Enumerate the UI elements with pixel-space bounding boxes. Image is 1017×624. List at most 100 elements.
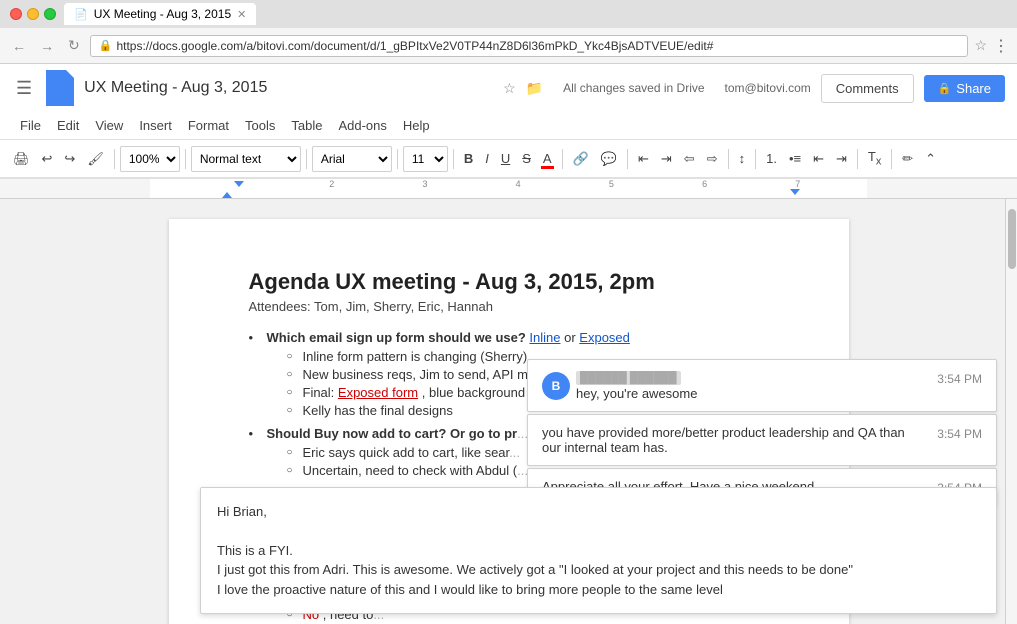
browser-menu-button[interactable]: ⋮	[993, 36, 1009, 56]
address-bar[interactable]: 🔒 https://docs.google.com/a/bitovi.com/d…	[90, 35, 969, 57]
browser-titlebar: 📄 UX Meeting - Aug 3, 2015 ✕	[0, 0, 1017, 28]
menu-addons[interactable]: Add-ons	[330, 114, 394, 137]
clear-format-button[interactable]: Tx	[863, 146, 886, 171]
comment-button[interactable]: 💬	[596, 148, 622, 170]
indent-more-button[interactable]: ⇥	[831, 148, 852, 170]
email-content: Hi Brian, This is a FYI. I just got this…	[217, 502, 980, 600]
document-subtitle: Attendees: Tom, Jim, Sherry, Eric, Hanna…	[249, 299, 769, 314]
share-button[interactable]: 🔒 Share	[924, 75, 1005, 102]
email-line4: I just got this from Adri. This is aweso…	[217, 562, 853, 577]
chat-text-1: hey, you're awesome	[576, 386, 917, 401]
toolbar-separator-10	[857, 149, 858, 169]
app-bar: ☰ UX Meeting - Aug 3, 2015 ☆ 📁 All chang…	[0, 64, 1017, 179]
close-button[interactable]	[10, 8, 22, 20]
tab-favicon: 📄	[74, 8, 88, 21]
strikethrough-button[interactable]: S	[517, 148, 536, 169]
ruler-right-margin[interactable]	[790, 189, 800, 195]
align-right-button[interactable]: ⇦	[679, 148, 700, 170]
scrollbar[interactable]	[1005, 199, 1017, 624]
ruler-mark-5: 5	[609, 179, 614, 189]
toolbar-separator-3	[306, 149, 307, 169]
lock-icon: 🔒	[99, 39, 113, 52]
refresh-button[interactable]: ↻	[64, 35, 84, 56]
toolbar-separator-9	[755, 149, 756, 169]
inline-link[interactable]: Inline	[529, 330, 560, 345]
minimize-button[interactable]	[27, 8, 39, 20]
ruler-mark-6: 6	[702, 179, 707, 189]
menu-format[interactable]: Format	[180, 114, 237, 137]
style-select[interactable]: Normal text	[191, 146, 301, 172]
pen-button[interactable]: ✏	[897, 148, 918, 170]
link-button[interactable]: 🔗	[568, 148, 594, 170]
ruler-tab-stop	[222, 192, 232, 198]
redo-button[interactable]: ↪	[59, 148, 80, 170]
toolbar-separator-4	[397, 149, 398, 169]
traffic-lights	[10, 8, 56, 20]
menu-edit[interactable]: Edit	[49, 114, 87, 137]
chat-time-1: 3:54 PM	[937, 370, 982, 386]
comments-button[interactable]: Comments	[821, 74, 914, 103]
back-button[interactable]: ←	[8, 36, 30, 56]
menu-view[interactable]: View	[87, 114, 131, 137]
toolbar: 🖨 ↩ ↪ 🖌 100% Normal text Arial 11 B I U …	[0, 140, 1017, 178]
expand-button[interactable]: ⌃	[920, 148, 941, 170]
exposed-form-link[interactable]: Exposed form	[338, 385, 418, 400]
chat-time-2: 3:54 PM	[937, 425, 982, 441]
browser-navbar: ← → ↻ 🔒 https://docs.google.com/a/bitovi…	[0, 28, 1017, 64]
chat-text-2: you have provided more/better product le…	[542, 425, 917, 455]
bookmark-button[interactable]: ☆	[974, 37, 987, 54]
font-size-select[interactable]: 11	[403, 146, 448, 172]
toolbar-separator-7	[627, 149, 628, 169]
bullet-list-button[interactable]: •≡	[784, 148, 806, 169]
doc-folder-button[interactable]: 📁	[526, 80, 543, 97]
doc-star-button[interactable]: ☆	[503, 80, 516, 97]
bold-button[interactable]: B	[459, 148, 478, 169]
menu-bar: File Edit View Insert Format Tools Table…	[0, 112, 1017, 140]
tab-close-button[interactable]: ✕	[237, 8, 246, 21]
numbered-list-button[interactable]: 1.	[761, 148, 782, 169]
undo-button[interactable]: ↩	[37, 148, 58, 170]
menu-tools[interactable]: Tools	[237, 114, 283, 137]
align-center-button[interactable]: ⇥	[656, 148, 677, 170]
maximize-button[interactable]	[44, 8, 56, 20]
forward-button[interactable]: →	[36, 36, 58, 56]
zoom-select[interactable]: 100%	[120, 146, 180, 172]
toolbar-separator-2	[185, 149, 186, 169]
menu-file[interactable]: File	[12, 114, 49, 137]
email-line3: This is a FYI.	[217, 543, 293, 558]
align-left-button[interactable]: ⇤	[633, 148, 654, 170]
share-label: Share	[956, 81, 991, 96]
hamburger-menu[interactable]: ☰	[12, 74, 36, 103]
browser-tab[interactable]: 📄 UX Meeting - Aug 3, 2015 ✕	[64, 3, 256, 25]
doc-icon	[46, 70, 74, 106]
italic-button[interactable]: I	[480, 148, 494, 169]
ruler-left-margin[interactable]	[234, 181, 244, 187]
email-line5: I love the proactive nature of this and …	[217, 582, 723, 597]
item-text: Which email sign up form should we use?	[267, 330, 530, 345]
chat-overlay: B ██████ ██████ hey, you're awesome 3:54…	[527, 359, 997, 508]
menu-insert[interactable]: Insert	[131, 114, 180, 137]
ruler-mark-2: 2	[329, 179, 334, 189]
line-spacing-button[interactable]: ↕	[734, 148, 751, 169]
email-line1: Hi Brian,	[217, 504, 267, 519]
ruler: 2 3 4 5 6 7	[0, 179, 1017, 199]
text-color-button[interactable]: A	[538, 148, 557, 169]
paint-format-button[interactable]: 🖌	[82, 148, 109, 170]
exposed-link[interactable]: Exposed	[579, 330, 630, 345]
font-select[interactable]: Arial	[312, 146, 392, 172]
menu-table[interactable]: Table	[283, 114, 330, 137]
save-status: All changes saved in Drive	[563, 81, 704, 95]
chat-username-row: ██████ ██████	[576, 370, 917, 384]
align-justify-button[interactable]: ⇨	[702, 148, 723, 170]
menu-help[interactable]: Help	[395, 114, 438, 137]
print-button[interactable]: 🖨	[8, 148, 35, 170]
chat-avatar-1: B	[542, 372, 570, 400]
indent-less-button[interactable]: ⇤	[808, 148, 829, 170]
chat-message-2: you have provided more/better product le…	[527, 414, 997, 466]
underline-button[interactable]: U	[496, 148, 515, 169]
scrollbar-thumb[interactable]	[1008, 209, 1016, 269]
toolbar-separator-5	[453, 149, 454, 169]
user-menu[interactable]: tom@bitovi.com	[725, 81, 811, 95]
text-color-bar	[541, 166, 554, 169]
ruler-mark-4: 4	[516, 179, 521, 189]
